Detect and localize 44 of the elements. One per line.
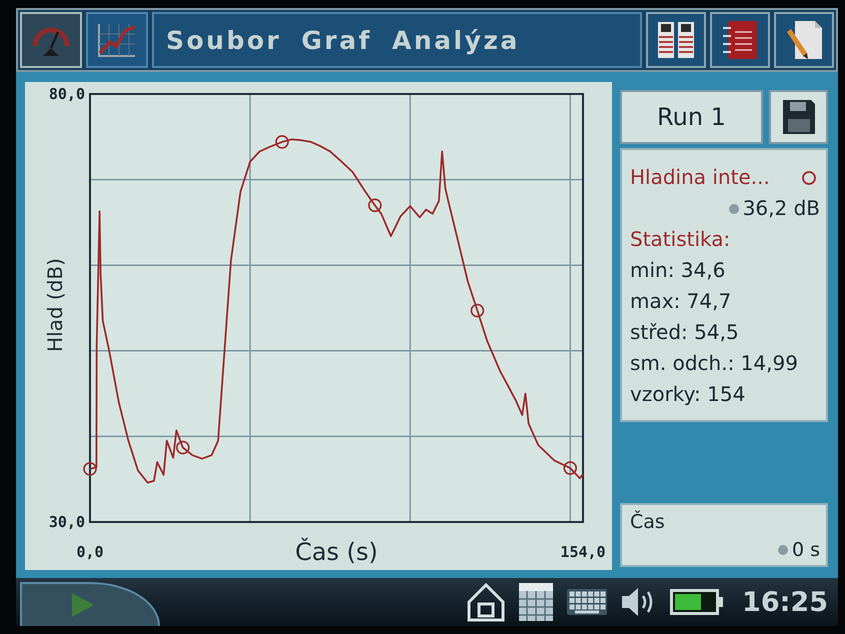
point-marker-icon xyxy=(275,135,289,149)
battery-icon xyxy=(670,589,724,615)
axis-tick-label: 154,0 xyxy=(560,543,606,561)
notebook-icon xyxy=(722,20,758,60)
pencil-paper-icon xyxy=(785,20,823,60)
notes-button[interactable] xyxy=(774,12,834,68)
cursor-label: Čas xyxy=(630,510,665,534)
cursor-dot-icon xyxy=(778,545,788,555)
y-axis-title: Hlad (dB) xyxy=(43,258,67,352)
spreadsheet-icon[interactable] xyxy=(518,582,554,622)
axis-tick-label: 80,0 xyxy=(48,85,85,103)
statistic-line: sm. odch.: 14,99 xyxy=(630,350,798,377)
menu-item[interactable]: Soubor xyxy=(164,26,284,54)
point-marker-icon xyxy=(176,440,190,454)
point-marker-icon xyxy=(563,461,577,475)
table-icon xyxy=(657,21,695,59)
point-marker-icon xyxy=(470,304,484,318)
line-graph-icon xyxy=(97,22,137,58)
keyboard-icon[interactable] xyxy=(566,588,608,616)
statistics-title: Statistika: xyxy=(630,226,730,253)
notebook-button[interactable] xyxy=(710,12,770,68)
save-button[interactable] xyxy=(769,90,828,144)
menu-item[interactable]: Graf xyxy=(299,26,374,54)
sensor-reading: 36,2 dB xyxy=(742,195,820,222)
meter-view-tab[interactable] xyxy=(20,12,82,68)
play-button[interactable] xyxy=(20,582,160,626)
cursor-dot-icon xyxy=(728,204,739,214)
cursor-reading: 0 s xyxy=(792,538,820,562)
play-icon xyxy=(72,593,94,617)
point-marker-icon xyxy=(368,198,382,212)
x-axis-title: Čas (s) xyxy=(295,538,378,566)
statistic-line: vzorky: 154 xyxy=(630,381,746,408)
table-view-button[interactable] xyxy=(646,12,706,68)
axis-tick-label: 0,0 xyxy=(76,543,104,561)
statistic-line: min: 34,6 xyxy=(630,257,726,284)
axis-tick-label: 30,0 xyxy=(48,513,85,531)
menu-item[interactable]: Analýza xyxy=(390,26,522,54)
statistic-line: střed: 54,5 xyxy=(630,319,739,346)
home-icon[interactable] xyxy=(466,582,506,622)
statistic-line: max: 74,7 xyxy=(630,288,732,315)
run-selector-button[interactable]: Run 1 xyxy=(620,90,763,144)
point-marker-icon xyxy=(83,462,97,476)
clock: 16:25 xyxy=(742,586,828,618)
sensor-name: Hladina inte... xyxy=(630,164,770,191)
